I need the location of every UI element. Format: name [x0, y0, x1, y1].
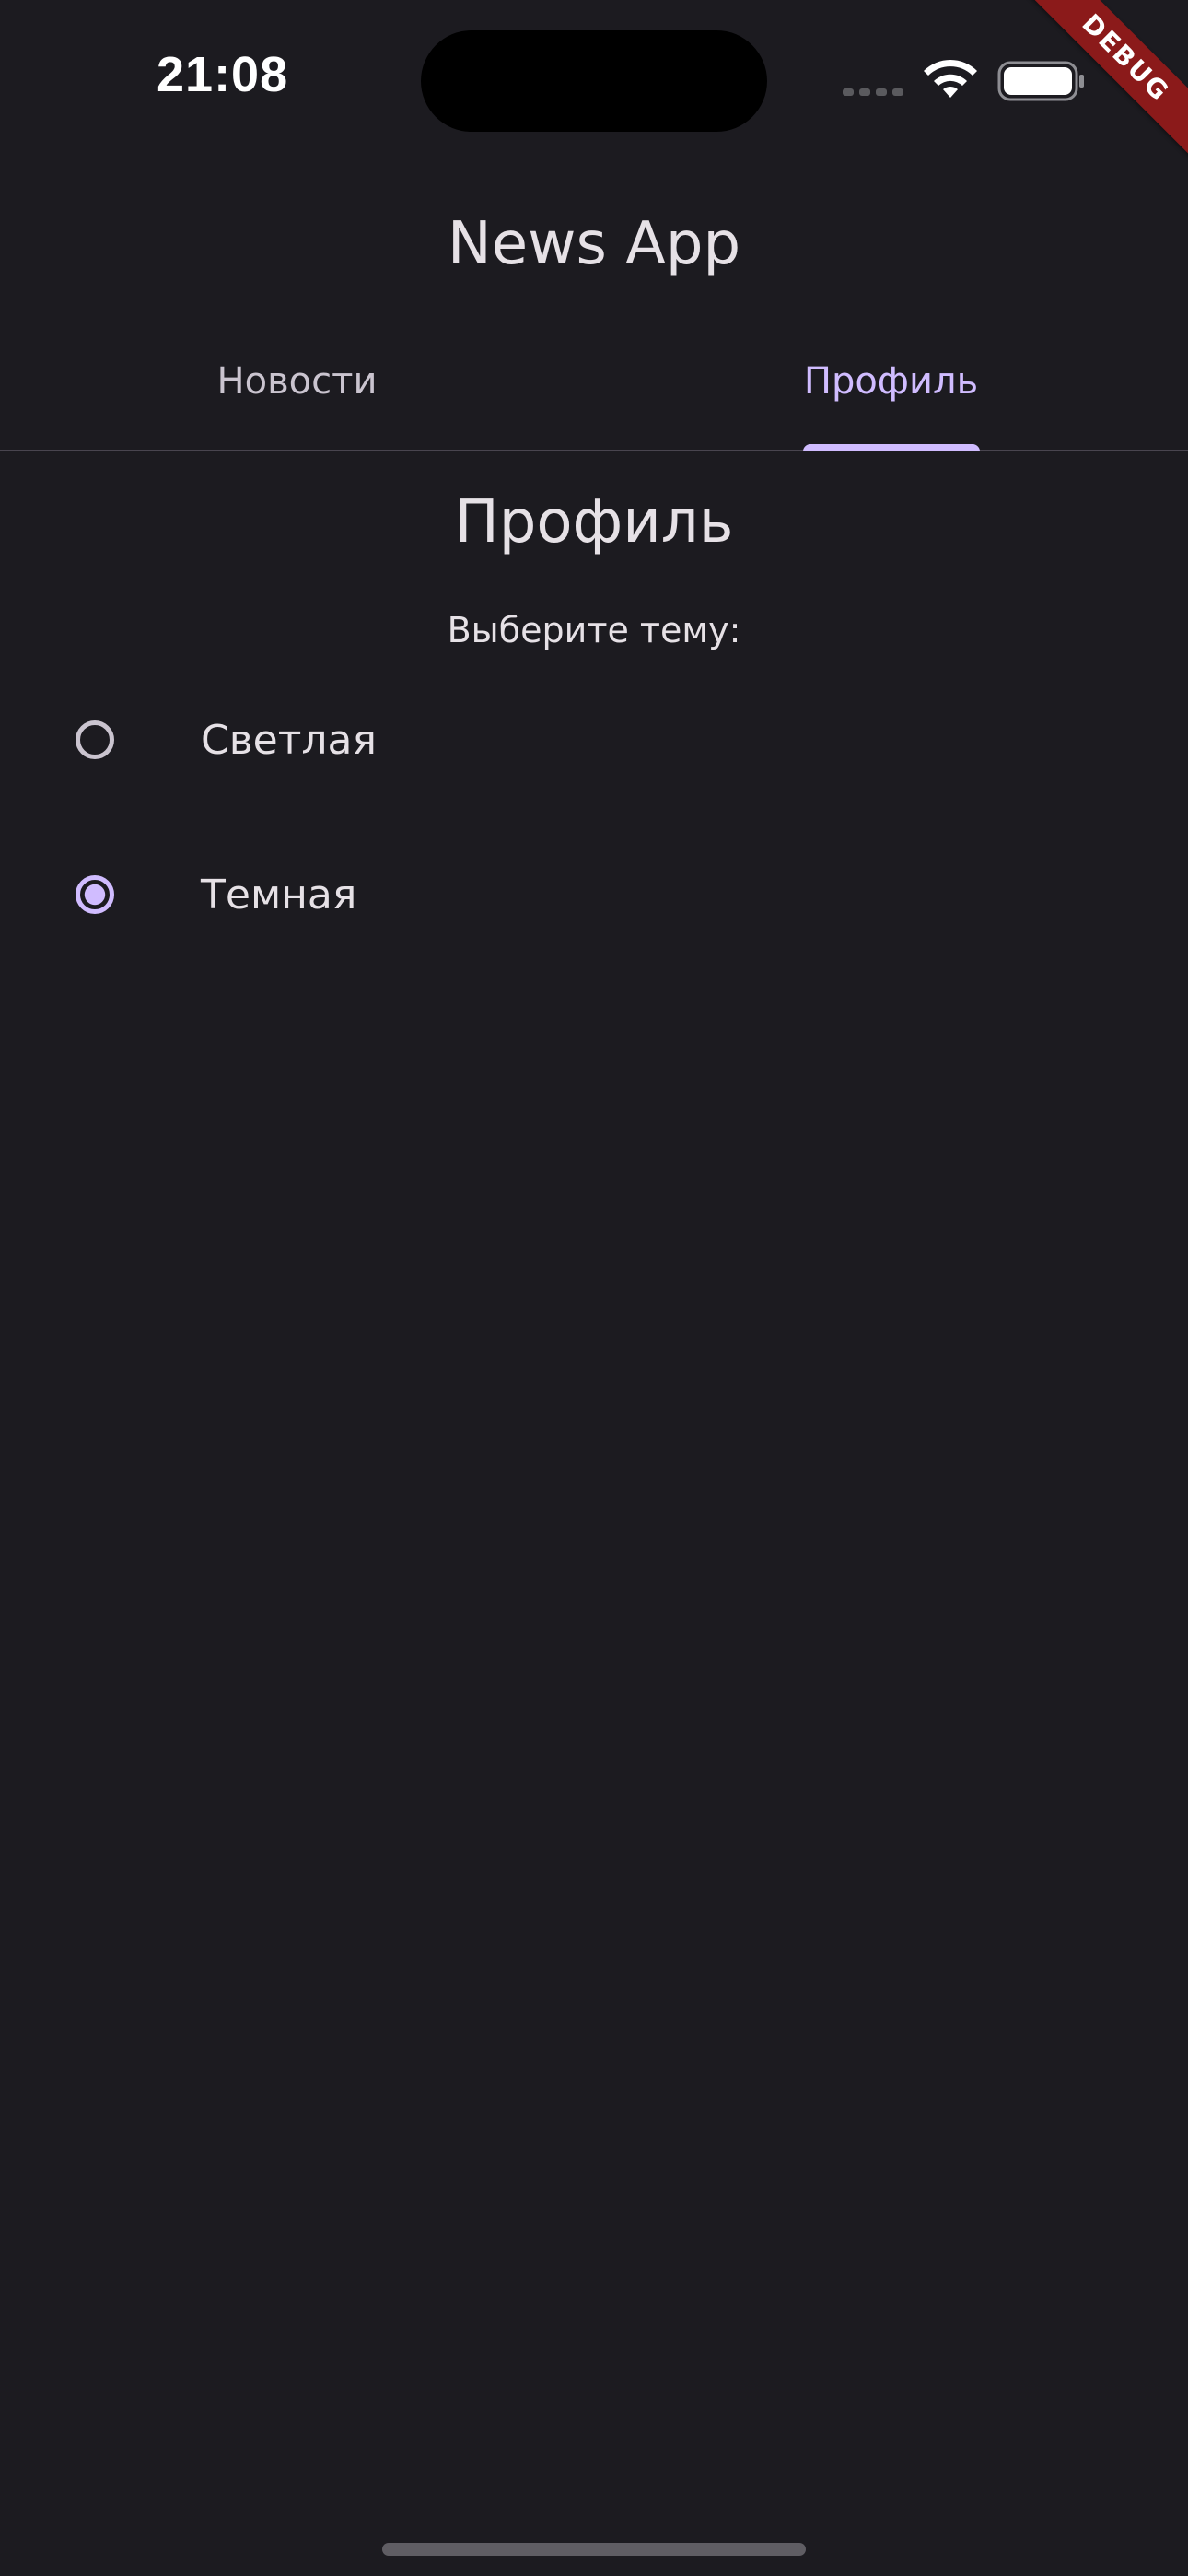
status-time: 21:08 — [157, 47, 289, 102]
radio-light[interactable] — [76, 720, 114, 759]
theme-option-light[interactable]: Светлая — [0, 671, 1188, 809]
tab-profile[interactable]: Профиль — [594, 313, 1188, 451]
home-indicator[interactable] — [382, 2543, 806, 2556]
radio-dark[interactable] — [76, 875, 114, 914]
wifi-icon — [924, 59, 977, 98]
tab-bar: Новости Профиль — [0, 313, 1188, 451]
battery-icon — [997, 61, 1084, 101]
theme-option-light-label: Светлая — [201, 716, 377, 764]
theme-prompt: Выберите тему: — [447, 610, 741, 650]
tab-profile-label: Профиль — [803, 360, 979, 403]
theme-option-dark[interactable]: Темная — [0, 825, 1188, 964]
signal-icon — [843, 88, 903, 96]
radio-dark-dot — [84, 884, 106, 906]
app-bar: News App — [0, 184, 1188, 304]
theme-option-dark-label: Темная — [201, 871, 357, 919]
page-title: Профиль — [454, 488, 734, 556]
tab-news[interactable]: Новости — [0, 313, 594, 450]
status-bar: 21:08 — [0, 0, 1188, 157]
tab-news-label: Новости — [216, 360, 378, 403]
tab-indicator — [802, 444, 980, 451]
app-title: News App — [447, 210, 741, 278]
dynamic-island — [421, 30, 767, 132]
